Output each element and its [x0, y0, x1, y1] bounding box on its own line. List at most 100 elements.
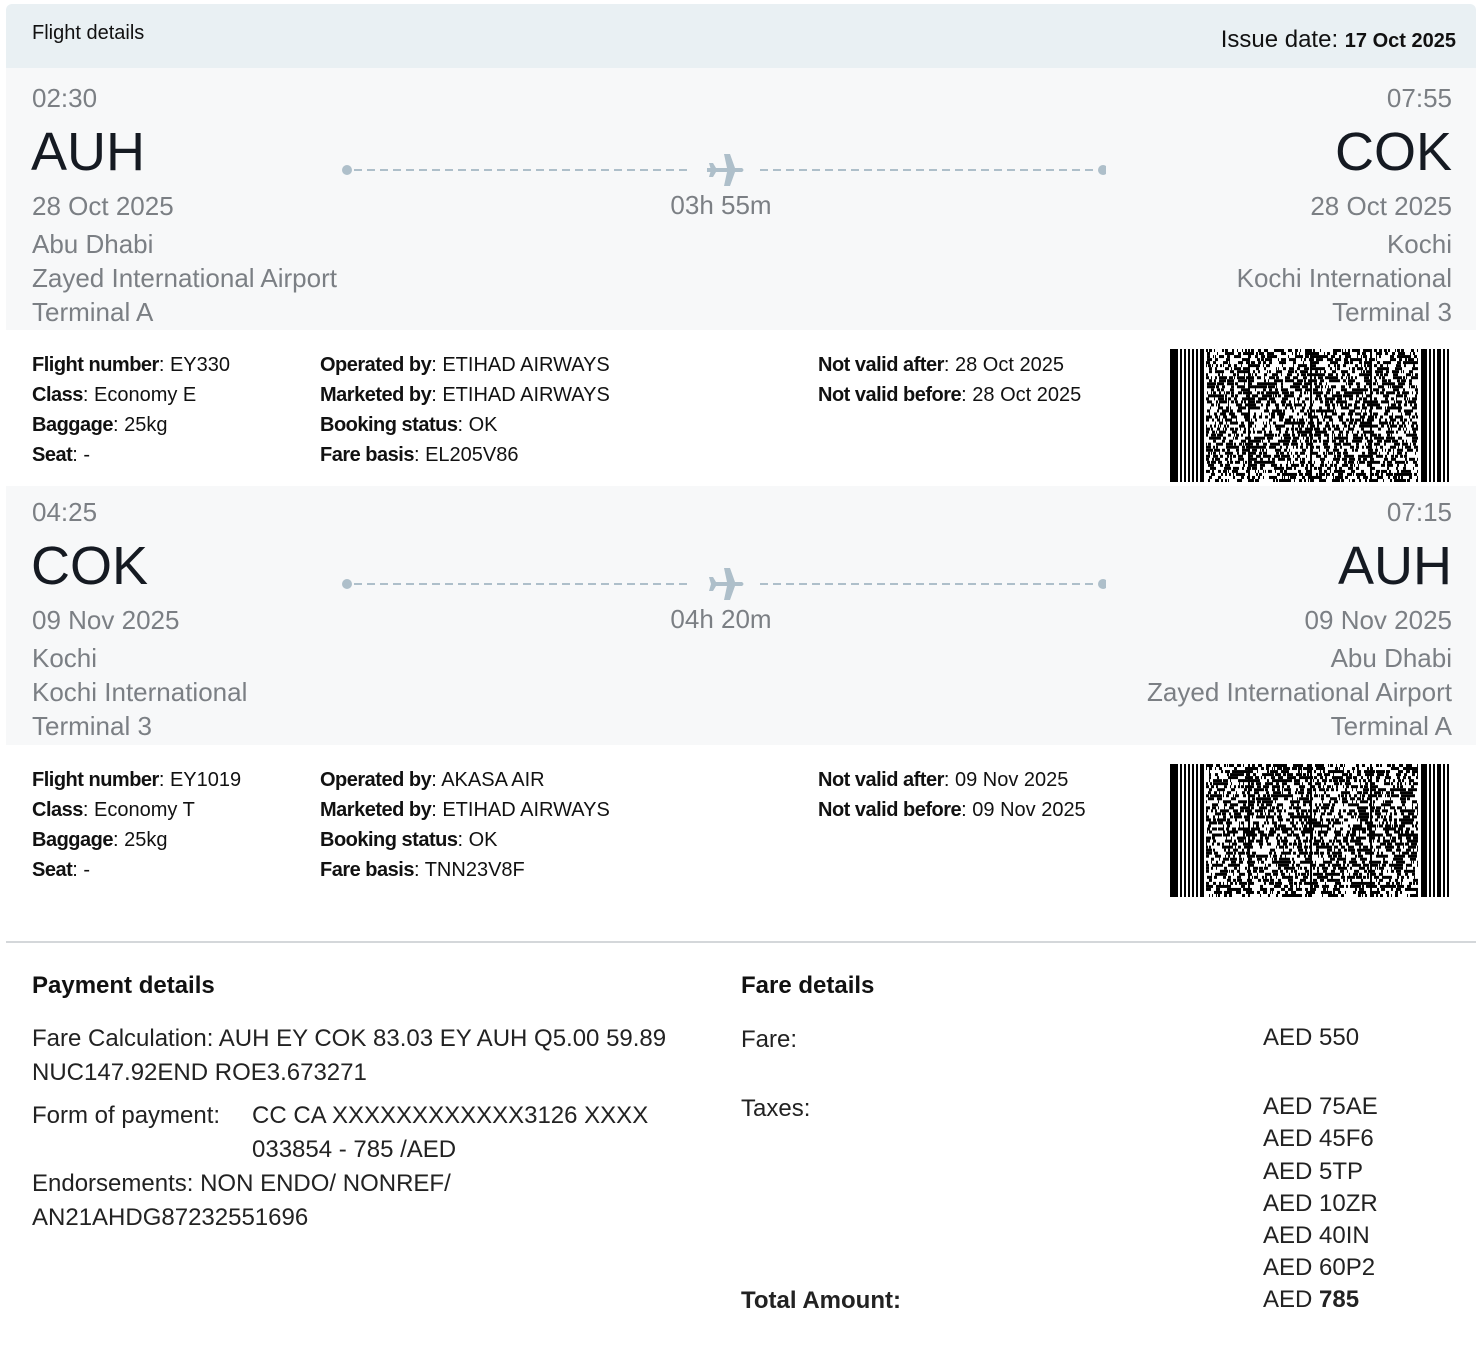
- carrier-info-column: Operated by: ETIHAD AIRWAYS Marketed by:…: [320, 354, 610, 466]
- arrival-airport: Kochi International: [1236, 263, 1452, 293]
- baggage-value: 25kg: [124, 829, 168, 851]
- flight-info-column: Flight number: EY330 Class: Economy E Ba…: [32, 354, 231, 466]
- form-of-payment-label: Form of payment:: [32, 1102, 221, 1129]
- marketed-by-label: Marketed by: [320, 384, 432, 406]
- not-valid-after: 09 Nov 2025: [954, 769, 1069, 791]
- tax-item: AED 40IN: [1263, 1222, 1370, 1250]
- operated-by-label: Operated by: [320, 354, 432, 376]
- class-label: Class: [32, 384, 83, 406]
- tax-item: AED 60P2: [1263, 1254, 1376, 1282]
- issue-date: Issue date: 17 Oct 2025: [1221, 26, 1456, 54]
- form-of-payment-value: CC CA XXXXXXXXXXXX3126 XXXX 033854 - 785…: [252, 1099, 648, 1167]
- flight-duration: 03h 55m: [670, 190, 772, 220]
- departure-terminal: Terminal 3: [32, 711, 152, 741]
- departure-time: 02:30: [32, 83, 98, 113]
- baggage-label: Baggage: [32, 414, 113, 436]
- taxes-list: AED 75AE AED 45F6 AED 5TP AED 10ZR AED 4…: [1263, 1091, 1378, 1285]
- seat-label: Seat: [32, 444, 73, 466]
- departure-city: Abu Dhabi: [32, 229, 154, 259]
- fare-calculation-line: NUC147.92END ROE3.673271: [32, 1059, 367, 1086]
- form-of-payment-line: CC CA XXXXXXXXXXXX3126 XXXX: [252, 1102, 649, 1129]
- airplane-icon: [709, 568, 744, 600]
- baggage-value: 25kg: [124, 414, 168, 436]
- fare-basis: TNN23V8F: [424, 859, 525, 881]
- departure-airport: Kochi International: [32, 677, 248, 707]
- booking-status: OK: [468, 414, 498, 436]
- carrier-info-column: Operated by: AKASA AIR Marketed by: ETIH…: [320, 769, 610, 881]
- tax-item: AED 5TP: [1263, 1157, 1364, 1185]
- flight-number-label: Flight number: [32, 354, 159, 376]
- fare-value: AED 550: [1263, 1024, 1360, 1051]
- departure-location: Kochi Kochi International Terminal 3: [32, 641, 247, 743]
- route-line: 03h 55m: [336, 148, 1106, 228]
- total-amount: AED 785: [1263, 1284, 1359, 1316]
- seat-value: -: [83, 859, 91, 881]
- section-divider: [6, 941, 1476, 943]
- arrival-date: 09 Nov 2025: [1304, 605, 1452, 635]
- validity-column: Not valid after: 28 Oct 2025 Not valid b…: [818, 354, 1082, 406]
- seat-value: -: [83, 444, 91, 466]
- departure-terminal: Terminal A: [32, 297, 154, 327]
- issue-date-label: Issue date:: [1220, 26, 1339, 53]
- departure-date: 09 Nov 2025: [32, 605, 180, 635]
- flight-details-header: Flight details Issue date: 17 Oct 2025: [6, 4, 1476, 68]
- not-valid-before-label: Not valid before: [818, 799, 962, 821]
- arrival-time: 07:15: [1386, 497, 1452, 527]
- segment-summary: 02:30 07:55 AUH COK 28 Oct 2025 28 Oct 2…: [6, 68, 1476, 330]
- endorsements: Endorsements: NON ENDO/ NONREF/ AN21AHDG…: [32, 1167, 451, 1235]
- departure-airport: Zayed International Airport: [32, 263, 337, 293]
- barcode-image: [1170, 349, 1449, 482]
- total-currency: AED: [1263, 1286, 1313, 1313]
- fare-calculation: Fare Calculation: AUH EY COK 83.03 EY AU…: [32, 1022, 666, 1090]
- arrival-time: 07:55: [1386, 83, 1452, 113]
- arrival-date: 28 Oct 2025: [1310, 191, 1452, 221]
- payment-details-title: Payment details: [32, 972, 215, 999]
- arrival-code: AUH: [1337, 536, 1452, 596]
- total-value: 785: [1319, 1286, 1360, 1313]
- arrival-terminal: Terminal 3: [1332, 297, 1452, 327]
- class-value: Economy T: [94, 799, 195, 821]
- not-valid-before-label: Not valid before: [818, 384, 962, 406]
- seat-label: Seat: [32, 859, 73, 881]
- fare-calculation-line: Fare Calculation: AUH EY COK 83.03 EY AU…: [32, 1025, 667, 1052]
- arrival-city: Abu Dhabi: [1330, 643, 1452, 673]
- flight-duration: 04h 20m: [670, 604, 772, 634]
- not-valid-after: 28 Oct 2025: [954, 354, 1064, 376]
- arrival-airport: Zayed International Airport: [1147, 677, 1452, 707]
- flight-number: EY330: [169, 354, 231, 376]
- departure-time: 04:25: [32, 497, 98, 527]
- barcode-image: [1170, 764, 1449, 897]
- endorsements-line: AN21AHDG87232551696: [32, 1204, 309, 1231]
- booking-status-label: Booking status: [320, 829, 458, 851]
- marketed-by: ETIHAD AIRWAYS: [442, 799, 610, 821]
- fare-basis-label: Fare basis: [320, 859, 414, 881]
- fare-basis-label: Fare basis: [320, 444, 414, 466]
- class-value: Economy E: [94, 384, 197, 406]
- departure-code: AUH: [31, 122, 146, 182]
- validity-column: Not valid after: 09 Nov 2025 Not valid b…: [818, 769, 1086, 821]
- not-valid-before: 28 Oct 2025: [972, 384, 1082, 406]
- fare-basis: EL205V86: [425, 444, 519, 466]
- operated-by: ETIHAD AIRWAYS: [442, 354, 610, 376]
- total-amount-label: Total Amount:: [741, 1287, 901, 1314]
- form-of-payment-line: 033854 - 785 /AED: [252, 1136, 457, 1163]
- segment-summary: 04:25 07:15 COK AUH 09 Nov 2025 09 Nov 2…: [6, 486, 1476, 745]
- operated-by-label: Operated by: [320, 769, 432, 791]
- arrival-location: Kochi Kochi International Terminal 3: [1237, 227, 1452, 329]
- flight-number: EY1019: [169, 769, 242, 791]
- header-title: Flight details: [32, 22, 145, 44]
- booking-status: OK: [468, 829, 498, 851]
- class-label: Class: [32, 799, 83, 821]
- not-valid-before: 09 Nov 2025: [972, 799, 1086, 821]
- fare-details-title: Fare details: [741, 972, 875, 999]
- operated-by: AKASA AIR: [441, 769, 545, 791]
- airplane-icon: [707, 154, 744, 186]
- tax-item: AED 10ZR: [1263, 1189, 1378, 1217]
- not-valid-after-label: Not valid after: [818, 769, 944, 791]
- arrival-location: Abu Dhabi Zayed International Airport Te…: [1147, 641, 1452, 743]
- departure-location: Abu Dhabi Zayed International Airport Te…: [32, 227, 337, 329]
- flight-info-column: Flight number: EY1019 Class: Economy T B…: [32, 769, 242, 881]
- baggage-label: Baggage: [32, 829, 113, 851]
- arrival-terminal: Terminal A: [1330, 711, 1452, 741]
- taxes-label: Taxes:: [741, 1095, 811, 1122]
